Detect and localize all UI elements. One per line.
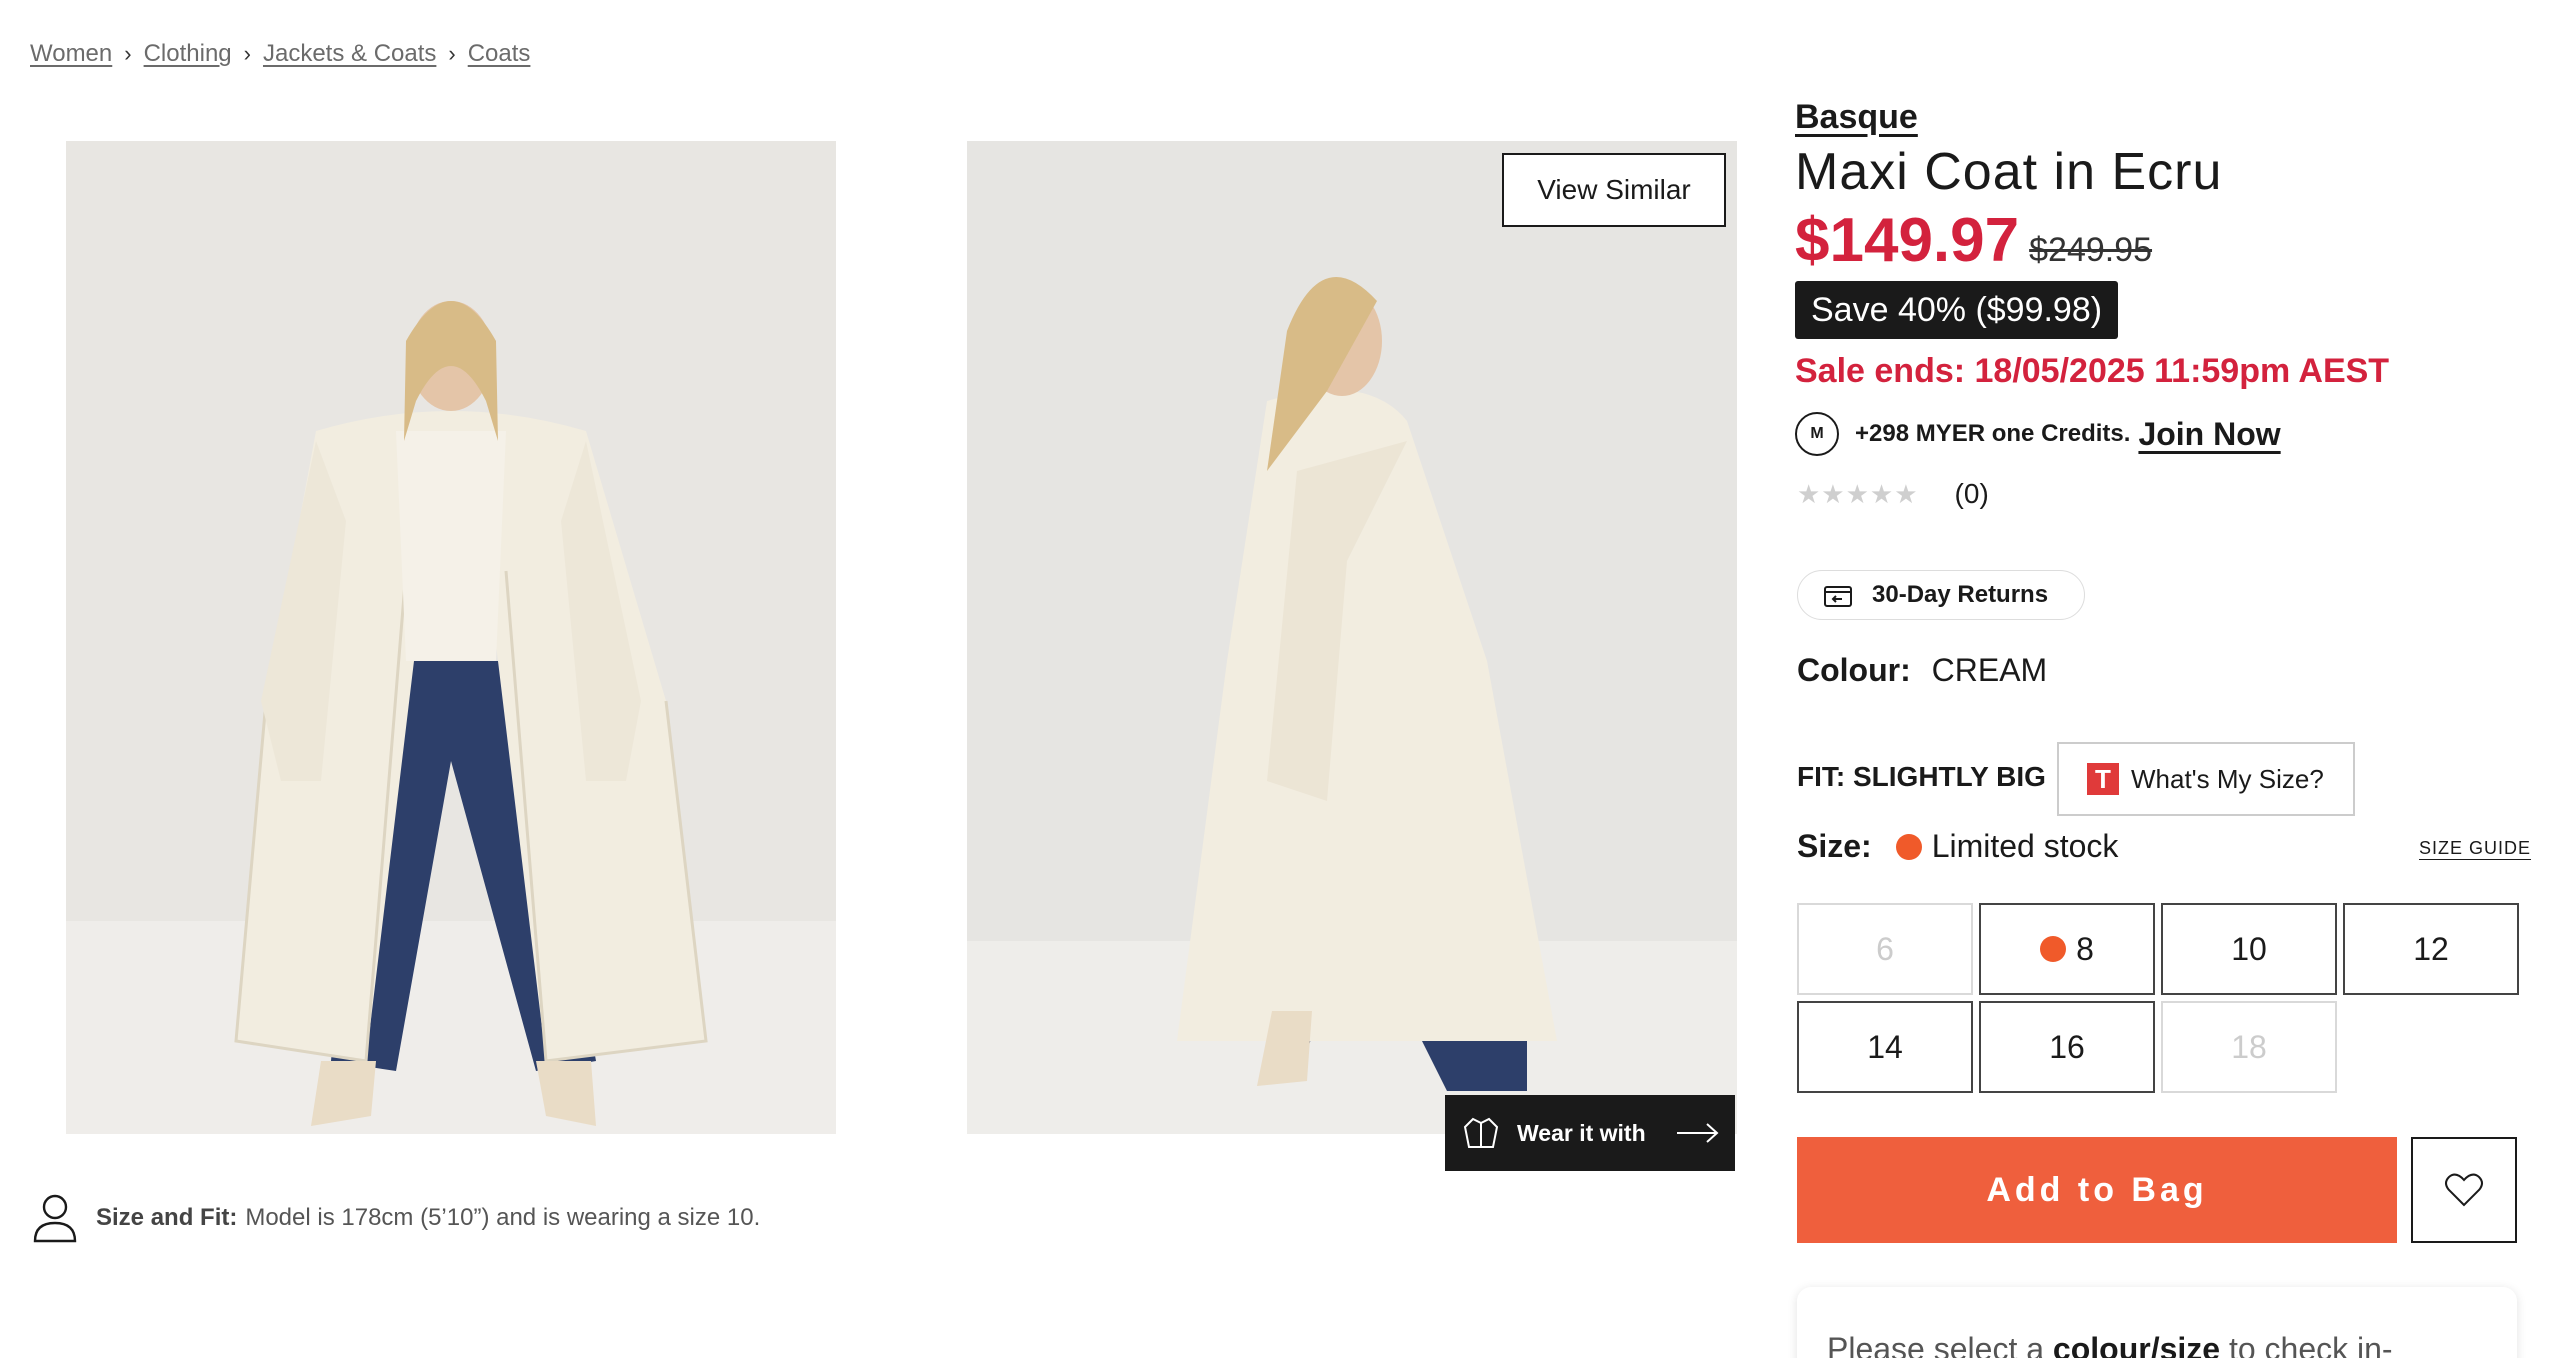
- chevron-right-icon: ›: [124, 41, 132, 66]
- add-to-bag-button[interactable]: Add to Bag: [1797, 1137, 2397, 1243]
- size-and-fit-text: Model is 178cm (5’10”) and is wearing a …: [245, 1204, 761, 1231]
- size-option[interactable]: 14: [1797, 1001, 1973, 1093]
- original-price: $249.95: [2029, 231, 2153, 269]
- whats-my-size-button[interactable]: T What's My Size?: [2057, 742, 2355, 816]
- model-front-illustration: [66, 141, 836, 1134]
- size-and-fit-note: Size and Fit: Model is 178cm (5’10”) and…: [32, 1192, 760, 1244]
- size-option-label: 10: [2231, 930, 2267, 967]
- myer-one-icon: M: [1795, 412, 1839, 456]
- product-image-side[interactable]: [967, 141, 1737, 1134]
- size-row: Size: Limited stock: [1797, 828, 2118, 865]
- returns-label: 30-Day Returns: [1872, 581, 2049, 608]
- size-option: 6: [1797, 903, 1973, 995]
- colour-label: Colour:: [1797, 652, 1911, 688]
- breadcrumb-women[interactable]: Women: [30, 40, 112, 68]
- limited-stock-dot-icon: [2040, 936, 2067, 962]
- size-option-label: 16: [2049, 1028, 2085, 1065]
- size-label: Size:: [1797, 828, 1872, 864]
- limited-stock-dot-icon: [1895, 833, 1922, 860]
- chevron-right-icon: ›: [243, 41, 251, 66]
- product-title: Maxi Coat in Ecru: [1795, 143, 2223, 201]
- return-box-icon: [1822, 581, 1854, 609]
- star-rating-icon: ★★★★★: [1797, 478, 1919, 509]
- size-guide-link[interactable]: SIZE GUIDE: [2419, 838, 2531, 859]
- review-count: (0): [1954, 478, 1989, 509]
- size-option[interactable]: 16: [1979, 1001, 2155, 1093]
- size-option: 18: [2161, 1001, 2337, 1093]
- heart-icon: [2444, 1172, 2484, 1208]
- returns-badge[interactable]: 30-Day Returns: [1797, 570, 2085, 620]
- view-similar-button[interactable]: View Similar: [1502, 153, 1726, 227]
- size-option[interactable]: 12: [2343, 903, 2519, 995]
- save-badge: Save 40% ($99.98): [1795, 281, 2119, 339]
- size-selector: 6 8 10 12 14 16 18: [1797, 903, 2519, 1093]
- breadcrumb-jackets-coats[interactable]: Jackets & Coats: [263, 40, 436, 68]
- sale-price: $149.97: [1795, 206, 2020, 275]
- colour-size-link[interactable]: colour/size: [2053, 1331, 2220, 1358]
- size-option-label: 8: [2076, 930, 2094, 967]
- breadcrumb-coats[interactable]: Coats: [468, 40, 531, 68]
- breadcrumb: Women › Clothing › Jackets & Coats › Coa…: [30, 40, 530, 68]
- credits-text: +298 MYER one Credits.: [1855, 420, 2131, 447]
- wear-it-with-button[interactable]: Wear it with: [1445, 1095, 1735, 1171]
- person-icon: [32, 1192, 78, 1244]
- stock-suffix: to check in-: [2228, 1331, 2393, 1358]
- size-and-fit-label: Size and Fit:: [96, 1204, 238, 1231]
- price-row: $149.97 $249.95: [1795, 205, 2152, 276]
- chevron-right-icon: ›: [448, 41, 456, 66]
- rating[interactable]: ★★★★★ (0): [1797, 478, 1989, 510]
- sale-ends-text: Sale ends: 18/05/2025 11:59pm AEST: [1795, 352, 2390, 390]
- size-option-label: 18: [2231, 1028, 2267, 1065]
- store-stock-card: Please select a colour/size to check in-: [1797, 1287, 2517, 1358]
- size-option-label: 14: [1867, 1028, 1903, 1065]
- size-option[interactable]: 10: [2161, 903, 2337, 995]
- wishlist-button[interactable]: [2411, 1137, 2517, 1243]
- jacket-icon: [1461, 1113, 1501, 1153]
- arrow-right-icon: [1675, 1121, 1721, 1145]
- brand-link[interactable]: Basque: [1795, 98, 1918, 137]
- size-option[interactable]: 8: [1979, 903, 2155, 995]
- colour-row: Colour: CREAM: [1797, 652, 2047, 689]
- size-option-label: 6: [1876, 930, 1894, 967]
- size-option-label: 12: [2413, 930, 2449, 967]
- whats-my-size-label: What's My Size?: [2131, 763, 2324, 794]
- breadcrumb-clothing[interactable]: Clothing: [144, 40, 232, 68]
- colour-value: CREAM: [1931, 652, 2048, 688]
- limited-stock-text: Limited stock: [1931, 828, 2119, 864]
- join-now-link[interactable]: Join Now: [2138, 416, 2280, 453]
- fit-label: FIT: SLIGHTLY BIG: [1797, 761, 2046, 792]
- true-fit-logo-icon: T: [2087, 763, 2119, 795]
- wear-it-with-label: Wear it with: [1517, 1119, 1646, 1146]
- myer-credits: M +298 MYER one Credits. Join Now: [1795, 412, 2281, 456]
- model-side-illustration: [967, 141, 1737, 1134]
- stock-prefix: Please select a: [1827, 1331, 2045, 1358]
- product-image-front[interactable]: [66, 141, 836, 1134]
